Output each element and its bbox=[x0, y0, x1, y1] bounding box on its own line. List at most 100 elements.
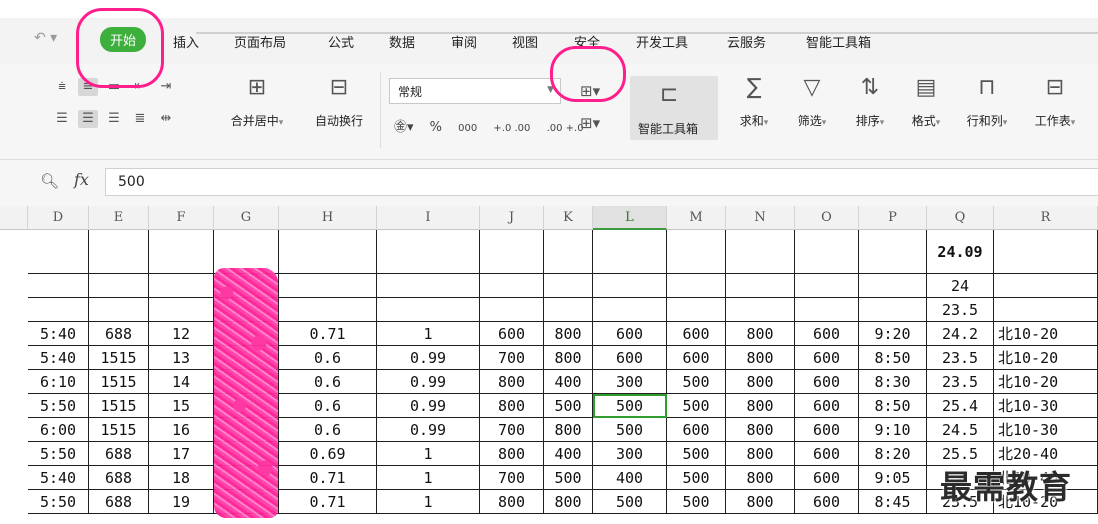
cell-n-3[interactable] bbox=[726, 298, 795, 322]
cell-p-11[interactable]: 8:45 bbox=[859, 490, 927, 514]
cell-r-7[interactable]: 北10-30 bbox=[994, 394, 1098, 418]
cell-i-1[interactable] bbox=[377, 230, 480, 274]
cell-r-8[interactable]: 北10-30 bbox=[994, 418, 1098, 442]
thousands-separator-button[interactable]: 000 bbox=[458, 123, 477, 134]
cell-j-10[interactable]: 700 bbox=[480, 466, 544, 490]
cell-i-8[interactable]: 0.99 bbox=[377, 418, 480, 442]
cell-f-4[interactable]: 12 bbox=[149, 322, 214, 346]
cell-i-9[interactable]: 1 bbox=[377, 442, 480, 466]
cell-e-5[interactable]: 1515 bbox=[89, 346, 149, 370]
cell-r-4[interactable]: 北10-20 bbox=[994, 322, 1098, 346]
cell-o-6[interactable]: 600 bbox=[795, 370, 859, 394]
cell-f-11[interactable]: 19 bbox=[149, 490, 214, 514]
cell-q-2[interactable]: 24 bbox=[927, 274, 994, 298]
cell-k-9[interactable]: 400 bbox=[544, 442, 593, 466]
cell-d-6[interactable]: 6:10 bbox=[28, 370, 89, 394]
cell-d-2[interactable] bbox=[28, 274, 89, 298]
cell-k-5[interactable]: 800 bbox=[544, 346, 593, 370]
cell-n-6[interactable]: 800 bbox=[726, 370, 795, 394]
cell-n-9[interactable]: 800 bbox=[726, 442, 795, 466]
undo-redo-icon[interactable]: ↶ ▾ bbox=[34, 30, 57, 46]
cell-p-4[interactable]: 9:20 bbox=[859, 322, 927, 346]
cell-l-6[interactable]: 300 bbox=[593, 370, 667, 394]
filter-button[interactable]: ▽ 筛选▾ bbox=[788, 74, 836, 129]
cell-r-2[interactable] bbox=[994, 274, 1098, 298]
tab-cloud-service[interactable]: 云服务 bbox=[727, 32, 766, 51]
cell-l-8[interactable]: 500 bbox=[593, 418, 667, 442]
cell-j-2[interactable] bbox=[480, 274, 544, 298]
cell-k-2[interactable] bbox=[544, 274, 593, 298]
cell-h-3[interactable] bbox=[279, 298, 377, 322]
cell-n-8[interactable]: 800 bbox=[726, 418, 795, 442]
cell-e-1[interactable] bbox=[89, 230, 149, 274]
align-center-icon[interactable]: ☰ bbox=[78, 110, 98, 128]
cell-o-9[interactable]: 600 bbox=[795, 442, 859, 466]
cell-l-5[interactable]: 600 bbox=[593, 346, 667, 370]
cell-l-3[interactable] bbox=[593, 298, 667, 322]
column-header-j[interactable]: J bbox=[480, 206, 544, 230]
cell-p-8[interactable]: 9:10 bbox=[859, 418, 927, 442]
cell-n-1[interactable] bbox=[726, 230, 795, 274]
cell-n-11[interactable]: 800 bbox=[726, 490, 795, 514]
cell-h-8[interactable]: 0.6 bbox=[279, 418, 377, 442]
cell-p-10[interactable]: 9:05 bbox=[859, 466, 927, 490]
cell-o-3[interactable] bbox=[795, 298, 859, 322]
cell-i-7[interactable]: 0.99 bbox=[377, 394, 480, 418]
cell-n-7[interactable]: 800 bbox=[726, 394, 795, 418]
cell-i-5[interactable]: 0.99 bbox=[377, 346, 480, 370]
cell-style-icon[interactable]: ⊞▾ bbox=[580, 114, 600, 132]
cell-l-11[interactable]: 500 bbox=[593, 490, 667, 514]
cell-j-7[interactable]: 800 bbox=[480, 394, 544, 418]
cell-q-6[interactable]: 23.5 bbox=[927, 370, 994, 394]
cell-m-1[interactable] bbox=[667, 230, 726, 274]
cell-n-4[interactable]: 800 bbox=[726, 322, 795, 346]
column-header-d[interactable]: D bbox=[28, 206, 89, 230]
cell-l-9[interactable]: 300 bbox=[593, 442, 667, 466]
align-right-icon[interactable]: ☰ bbox=[104, 110, 124, 128]
sort-button[interactable]: ⇅ 排序▾ bbox=[846, 74, 894, 129]
cell-m-10[interactable]: 500 bbox=[667, 466, 726, 490]
cell-m-6[interactable]: 500 bbox=[667, 370, 726, 394]
column-header-g[interactable]: G bbox=[214, 206, 279, 230]
cell-n-5[interactable]: 800 bbox=[726, 346, 795, 370]
column-header-m[interactable]: M bbox=[667, 206, 726, 230]
cell-m-8[interactable]: 600 bbox=[667, 418, 726, 442]
cell-p-7[interactable]: 8:50 bbox=[859, 394, 927, 418]
cell-j-11[interactable]: 800 bbox=[480, 490, 544, 514]
cell-m-9[interactable]: 500 bbox=[667, 442, 726, 466]
fx-icon[interactable]: fx bbox=[74, 170, 89, 189]
cell-f-6[interactable]: 14 bbox=[149, 370, 214, 394]
column-header-o[interactable]: O bbox=[795, 206, 859, 230]
currency-icon[interactable]: ㊎▾ bbox=[394, 120, 414, 135]
cell-k-6[interactable]: 400 bbox=[544, 370, 593, 394]
cell-h-10[interactable]: 0.71 bbox=[279, 466, 377, 490]
cell-q-3[interactable]: 23.5 bbox=[927, 298, 994, 322]
column-header-q[interactable]: Q bbox=[927, 206, 994, 230]
cell-e-3[interactable] bbox=[89, 298, 149, 322]
cell-p-2[interactable] bbox=[859, 274, 927, 298]
rows-columns-button[interactable]: ⊓ 行和列▾ bbox=[956, 74, 1018, 129]
cell-r-3[interactable] bbox=[994, 298, 1098, 322]
column-header-l[interactable]: L bbox=[593, 206, 667, 230]
cell-k-11[interactable]: 800 bbox=[544, 490, 593, 514]
column-header-h[interactable]: H bbox=[279, 206, 377, 230]
cell-e-9[interactable]: 688 bbox=[89, 442, 149, 466]
align-left-icon[interactable]: ☰ bbox=[52, 110, 72, 128]
cell-q-7[interactable]: 25.4 bbox=[927, 394, 994, 418]
cell-l-4[interactable]: 600 bbox=[593, 322, 667, 346]
justify-icon[interactable]: ≣ bbox=[130, 110, 150, 128]
cell-q-4[interactable]: 24.2 bbox=[927, 322, 994, 346]
column-header-i[interactable]: I bbox=[377, 206, 480, 230]
cell-k-10[interactable]: 500 bbox=[544, 466, 593, 490]
tab-page-layout[interactable]: 页面布局 bbox=[234, 32, 286, 51]
worksheet-button[interactable]: ⊟ 工作表▾ bbox=[1024, 74, 1086, 129]
cell-d-11[interactable]: 5:50 bbox=[28, 490, 89, 514]
number-format-select[interactable]: 常规 ▼ bbox=[389, 78, 561, 104]
cell-p-9[interactable]: 8:20 bbox=[859, 442, 927, 466]
cell-r-5[interactable]: 北10-20 bbox=[994, 346, 1098, 370]
cell-e-11[interactable]: 688 bbox=[89, 490, 149, 514]
align-top-icon[interactable]: ⩧ bbox=[52, 78, 72, 96]
cell-h-9[interactable]: 0.69 bbox=[279, 442, 377, 466]
cell-d-4[interactable]: 5:40 bbox=[28, 322, 89, 346]
column-header-f[interactable]: F bbox=[149, 206, 214, 230]
